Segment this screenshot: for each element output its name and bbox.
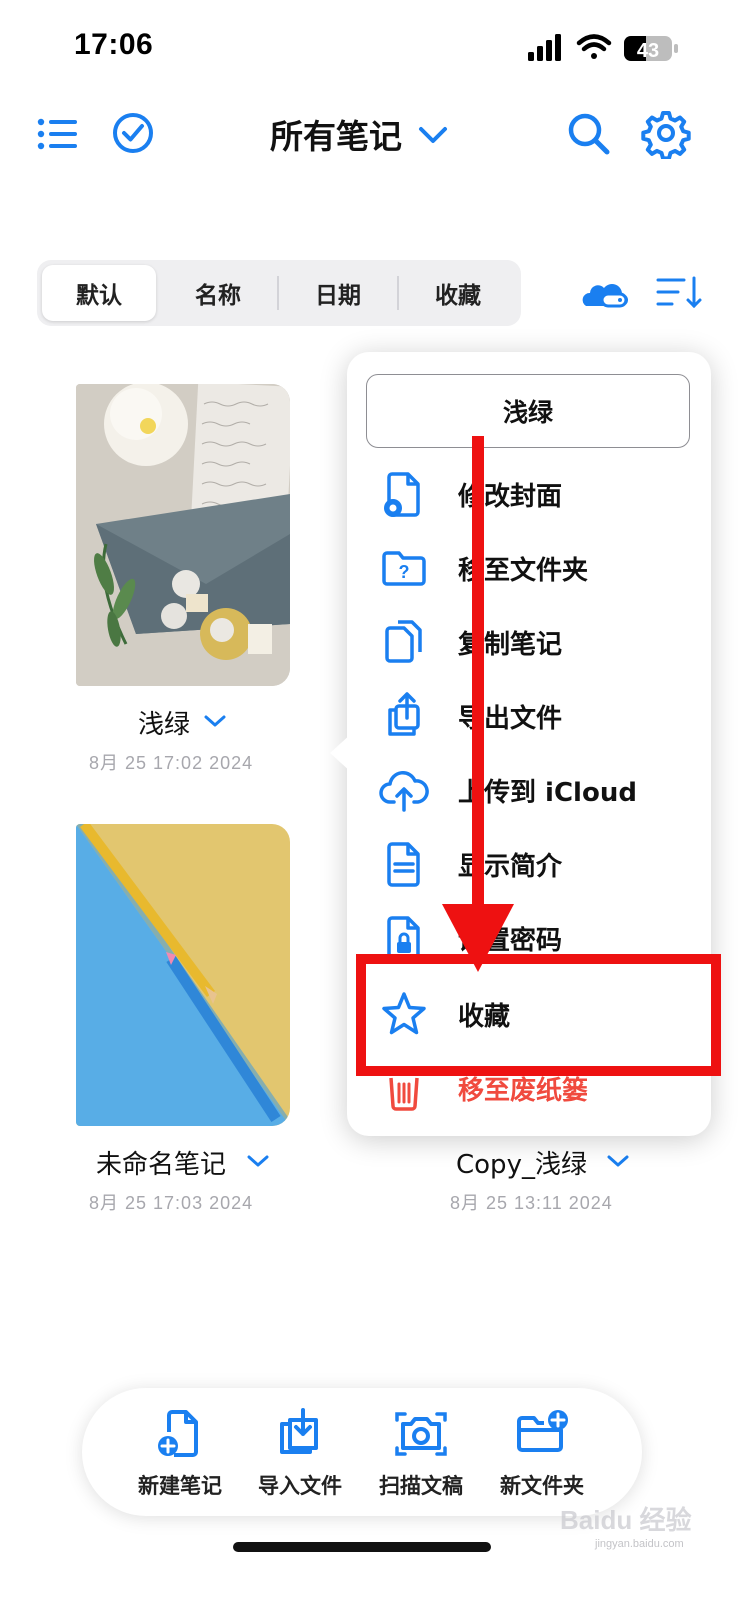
gear-icon[interactable] bbox=[640, 107, 692, 159]
note-name-field[interactable]: 浅绿 bbox=[366, 374, 690, 448]
menu-item-export-file[interactable]: 导出文件 bbox=[372, 684, 702, 748]
menu-item-label: 移至文件夹 bbox=[458, 556, 589, 586]
toolbar-label: 新文件夹 bbox=[500, 1474, 584, 1498]
battery-level: 43 bbox=[637, 40, 659, 62]
note-date: 8月 25 13:11 2024 bbox=[450, 1193, 613, 1213]
file-gear-icon bbox=[384, 472, 420, 517]
menu-item-label: 收藏 bbox=[458, 1002, 511, 1032]
toolbar-label: 导入文件 bbox=[258, 1474, 342, 1498]
import-icon bbox=[280, 1408, 318, 1454]
chevron-down-icon[interactable] bbox=[202, 712, 228, 730]
cloud-upload-icon bbox=[379, 771, 429, 812]
note-title[interactable]: 浅绿 bbox=[138, 704, 190, 741]
menu-pointer bbox=[330, 733, 352, 773]
new-note-button[interactable]: 新建笔记 bbox=[120, 1402, 240, 1502]
page-title[interactable]: 所有笔记 bbox=[270, 110, 402, 158]
file-lock-icon bbox=[387, 916, 420, 961]
bottom-toolbar: 新建笔记 导入文件 扫描文稿 新文件夹 bbox=[82, 1388, 642, 1516]
note-date: 8月 25 17:03 2024 bbox=[89, 1193, 254, 1213]
battery-icon: 43 bbox=[624, 36, 678, 62]
menu-item-label: 复制笔记 bbox=[458, 630, 563, 660]
svg-text:?: ? bbox=[399, 562, 410, 582]
copy-icon bbox=[385, 620, 422, 663]
menu-item-move-to-folder[interactable]: ? 移至文件夹 bbox=[372, 536, 702, 600]
export-icon bbox=[388, 692, 420, 736]
menu-item-set-password[interactable]: 设置密码 bbox=[372, 906, 702, 970]
menu-item-label: 上传到 iCloud bbox=[458, 778, 637, 808]
menu-item-show-info[interactable]: 显示简介 bbox=[372, 832, 702, 896]
menu-item-change-cover[interactable]: 修改封面 bbox=[372, 462, 702, 526]
status-time: 17:06 bbox=[74, 28, 154, 61]
note-date: 8月 25 17:02 2024 bbox=[89, 753, 254, 773]
search-icon[interactable] bbox=[563, 108, 615, 160]
chevron-down-icon[interactable] bbox=[418, 124, 448, 146]
note-title[interactable]: Copy_浅绿 bbox=[456, 1144, 587, 1181]
sort-segmented-control: 默认 名称 日期 收藏 bbox=[37, 260, 521, 326]
watermark-brand: Baidu 经验 bbox=[560, 1505, 692, 1535]
cloud-sync-icon[interactable] bbox=[580, 272, 630, 314]
list-icon[interactable] bbox=[31, 108, 83, 160]
segment-divider bbox=[397, 276, 399, 310]
menu-item-label: 显示简介 bbox=[458, 852, 563, 882]
toolbar-label: 新建笔记 bbox=[138, 1474, 222, 1498]
wifi-icon bbox=[576, 34, 612, 59]
star-icon bbox=[382, 992, 426, 1035]
note-title[interactable]: 未命名笔记 bbox=[96, 1144, 226, 1181]
file-text-icon bbox=[387, 842, 420, 887]
trash-icon bbox=[386, 1068, 422, 1111]
menu-item-label: 移至废纸篓 bbox=[458, 1076, 589, 1106]
segment-divider bbox=[277, 276, 279, 310]
chevron-down-icon[interactable] bbox=[245, 1152, 271, 1170]
sort-tab-date[interactable]: 日期 bbox=[281, 265, 395, 321]
menu-item-label: 导出文件 bbox=[458, 704, 563, 734]
status-icons: 43 bbox=[528, 34, 678, 62]
sort-tab-favorites[interactable]: 收藏 bbox=[401, 265, 515, 321]
sort-tab-default[interactable]: 默认 bbox=[42, 265, 156, 321]
sort-order-icon[interactable] bbox=[654, 272, 704, 314]
note-cover-image[interactable] bbox=[76, 824, 290, 1126]
menu-item-duplicate-note[interactable]: 复制笔记 bbox=[372, 610, 702, 674]
menu-item-label: 设置密码 bbox=[458, 926, 563, 956]
note-cover-image[interactable] bbox=[76, 384, 290, 686]
sort-tab-name[interactable]: 名称 bbox=[161, 265, 275, 321]
select-check-icon[interactable] bbox=[107, 107, 159, 159]
new-folder-button[interactable]: 新文件夹 bbox=[482, 1402, 602, 1502]
camera-icon bbox=[395, 1412, 447, 1456]
folder-question-icon: ? bbox=[382, 551, 426, 586]
new-folder-icon bbox=[517, 1410, 568, 1452]
home-indicator[interactable] bbox=[233, 1542, 491, 1552]
watermark-url: jingyan.baidu.com bbox=[595, 1538, 684, 1550]
menu-item-upload-icloud[interactable]: 上传到 iCloud bbox=[372, 758, 702, 822]
menu-item-favorite[interactable]: 收藏 bbox=[372, 982, 702, 1046]
menu-item-label: 修改封面 bbox=[458, 482, 563, 512]
scan-document-button[interactable]: 扫描文稿 bbox=[361, 1402, 481, 1502]
chevron-down-icon[interactable] bbox=[605, 1152, 631, 1170]
new-note-icon bbox=[158, 1410, 198, 1457]
menu-item-move-to-trash[interactable]: 移至废纸篓 bbox=[372, 1056, 702, 1120]
toolbar-label: 扫描文稿 bbox=[379, 1474, 463, 1498]
import-file-button[interactable]: 导入文件 bbox=[240, 1402, 360, 1502]
signal-icon bbox=[528, 34, 561, 61]
